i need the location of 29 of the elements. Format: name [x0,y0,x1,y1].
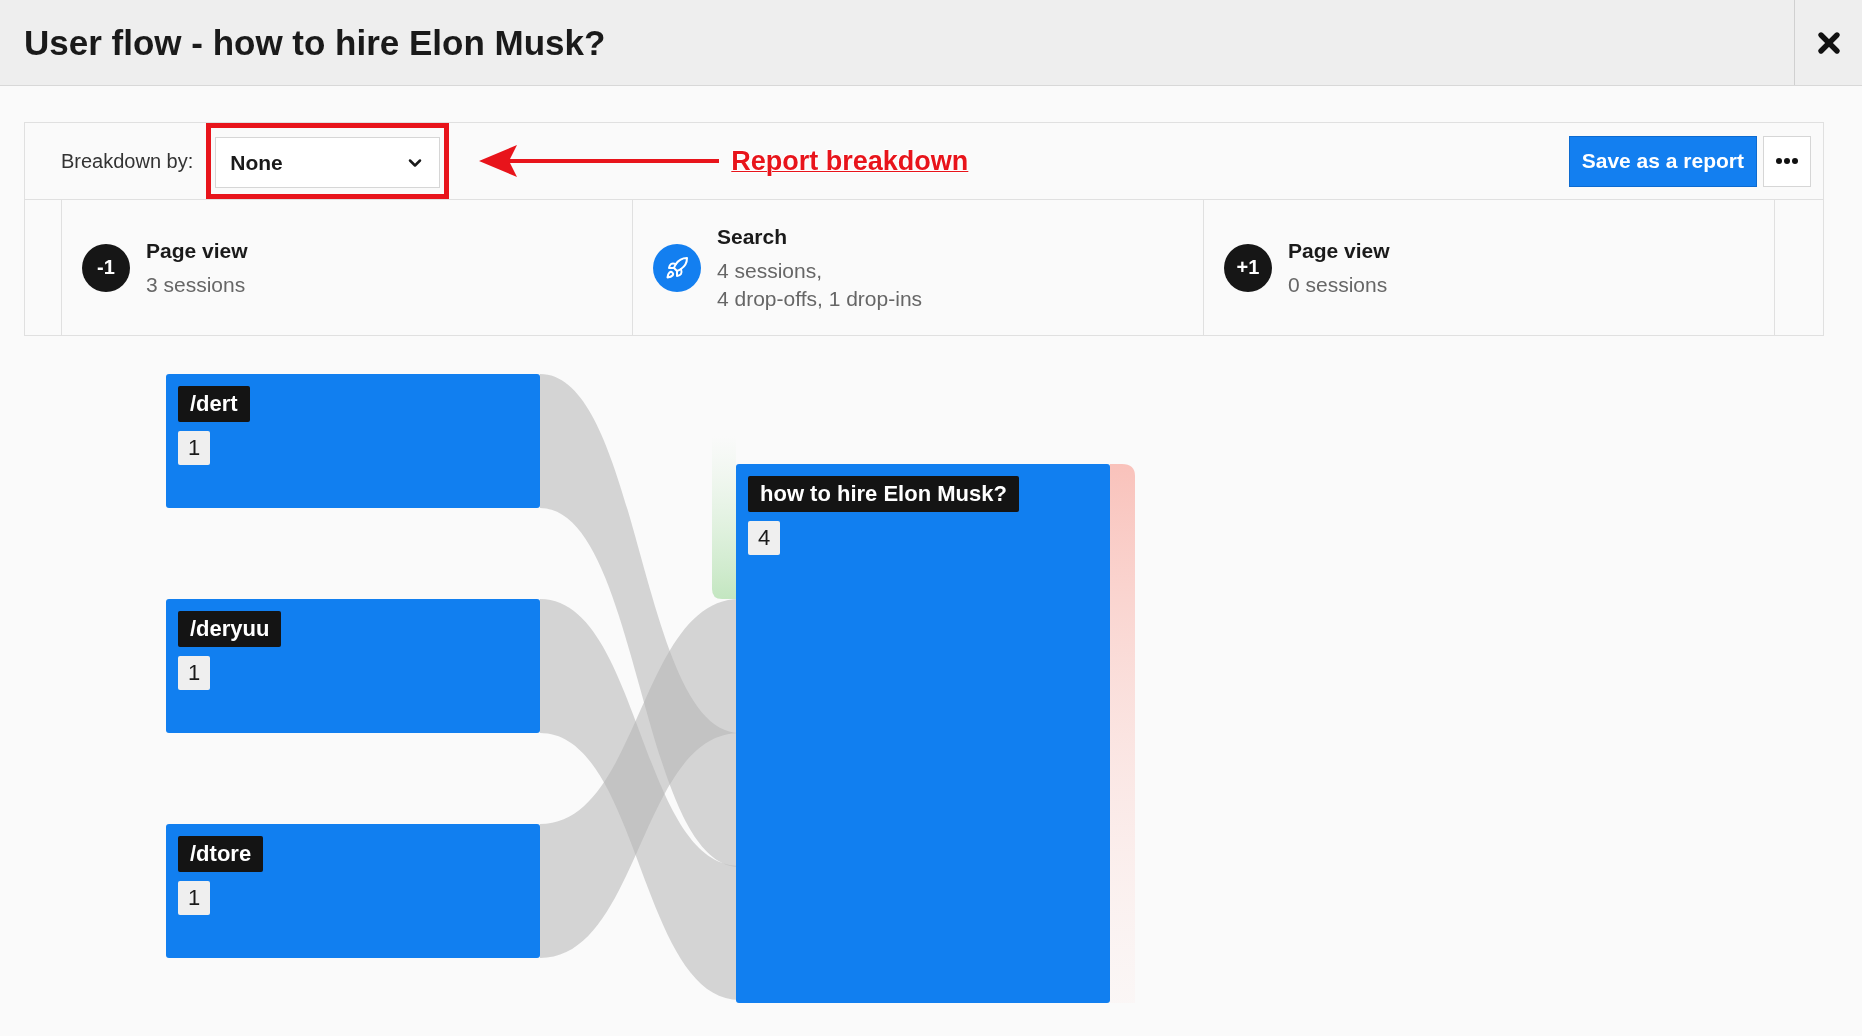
save-report-button[interactable]: Save as a report [1568,135,1757,187]
step-title: Page view [1288,238,1390,263]
more-icon [1776,158,1798,164]
window-title: User flow - how to hire Elon Musk? [23,21,607,64]
step-detail: 4 sessions, [717,258,824,283]
step-title: Search [717,224,789,249]
breakdown-label: Breakdown by: [61,149,194,173]
annotation-text: Report breakdown [731,145,969,177]
node-count: 4 [748,521,781,555]
step-detail: 0 sessions [1288,272,1389,297]
step-badge: +1 [1224,243,1272,292]
node-count: 1 [178,431,211,465]
breakdown-select[interactable]: None [215,137,441,188]
step-detail: 4 drop-offs, 1 drop-ins [717,286,923,311]
node-count: 1 [178,881,211,915]
step-title: Page view [146,238,248,263]
node-label: /deryuu [178,611,282,647]
node-label: /dert [178,386,250,422]
node-count: 1 [178,656,211,690]
rocket-icon [653,243,701,292]
flow-node[interactable]: how to hire Elon Musk? 4 [736,464,1110,1003]
step-detail: 3 sessions [146,272,247,297]
flow-node[interactable]: /dtore 1 [166,824,540,958]
step-badge: -1 [82,243,130,292]
flow-node[interactable]: /deryuu 1 [166,599,540,733]
node-label: how to hire Elon Musk? [748,476,1019,512]
flow-node[interactable]: /dert 1 [166,374,540,508]
node-label: /dtore [178,836,264,872]
more-button[interactable] [1763,135,1811,187]
